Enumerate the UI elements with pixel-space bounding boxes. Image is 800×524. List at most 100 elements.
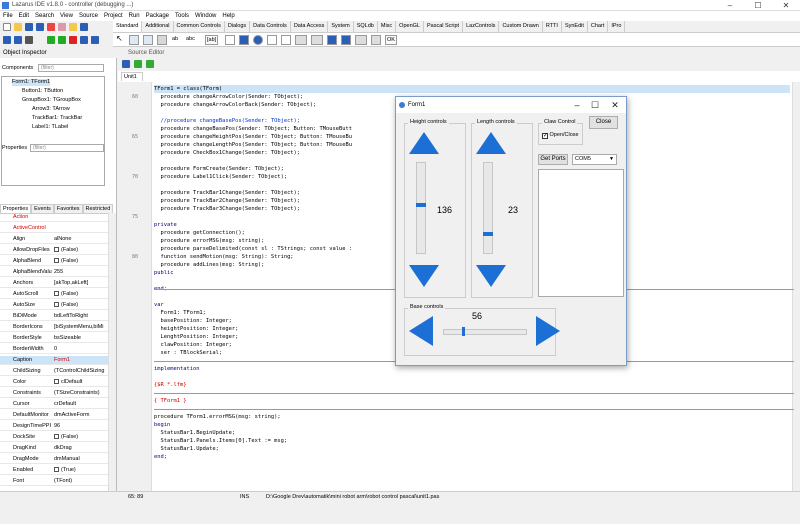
property-value[interactable]: clDefault: [54, 378, 108, 386]
tpanel-icon[interactable]: [355, 35, 367, 45]
tcheckgroup-icon[interactable]: [341, 35, 351, 45]
tree-item-groupbox1[interactable]: GroupBox1: TGroupBox: [22, 97, 81, 104]
new-file-icon[interactable]: [3, 23, 11, 31]
property-row[interactable]: Cursor crDefault: [0, 400, 108, 409]
tab-data-controls[interactable]: Data Controls: [250, 21, 291, 32]
tcombobox-icon[interactable]: [281, 35, 291, 45]
stop-icon[interactable]: [69, 36, 77, 44]
checkbox-icon[interactable]: [54, 291, 59, 296]
property-value[interactable]: (False): [54, 257, 108, 265]
minimize-icon[interactable]: –: [716, 0, 744, 11]
property-row[interactable]: DefaultMonitor dmActiveForm: [0, 411, 108, 420]
tab-sqldb[interactable]: SQLdb: [354, 21, 378, 32]
close-button[interactable]: Close: [589, 116, 618, 129]
property-value[interactable]: bsSizeable: [54, 334, 108, 342]
step-into-icon[interactable]: [80, 36, 88, 44]
tab-chart[interactable]: Chart: [588, 21, 609, 32]
tab-ipro[interactable]: IPro: [608, 21, 626, 32]
tab-standard[interactable]: Standard: [113, 21, 143, 32]
property-value[interactable]: [akTop,akLeft]: [54, 279, 108, 287]
menu-run[interactable]: Run: [126, 11, 143, 21]
base-left-arrow-icon[interactable]: [409, 316, 433, 346]
tab-data-access[interactable]: Data Access: [291, 21, 329, 32]
property-value[interactable]: dkDrag: [54, 444, 108, 452]
property-row[interactable]: Action: [0, 213, 108, 222]
property-row[interactable]: BorderWidth 0: [0, 345, 108, 354]
tlistbox-icon[interactable]: [267, 35, 277, 45]
menu-package[interactable]: Package: [143, 11, 172, 21]
get-ports-button[interactable]: Get Ports: [538, 154, 568, 165]
property-row[interactable]: Color clDefault: [0, 378, 108, 387]
length-up-arrow-icon[interactable]: [476, 132, 506, 154]
checkbox-icon[interactable]: [54, 434, 59, 439]
tbutton-icon[interactable]: [157, 35, 167, 45]
close-file-icon[interactable]: [47, 23, 55, 31]
tab-dialogs[interactable]: Dialogs: [225, 21, 251, 32]
back-arrow-icon[interactable]: [134, 60, 142, 68]
menu-project[interactable]: Project: [101, 11, 126, 21]
property-value[interactable]: dmManual: [54, 455, 108, 463]
tlabel-icon[interactable]: ab: [171, 35, 179, 45]
tscrollbar-icon[interactable]: [295, 35, 307, 45]
height-up-arrow-icon[interactable]: [409, 132, 439, 154]
property-row[interactable]: DragKind dkDrag: [0, 444, 108, 453]
property-row[interactable]: ChildSizing (TControlChildSizing: [0, 367, 108, 376]
length-trackbar-thumb[interactable]: [483, 231, 493, 236]
tab-custom-drawn[interactable]: Custom Drawn: [499, 21, 543, 32]
property-row[interactable]: AllowDropFiles (False): [0, 246, 108, 255]
base-right-arrow-icon[interactable]: [536, 316, 560, 346]
selection-pointer-icon[interactable]: ↖: [115, 35, 124, 45]
tmainmenu-icon[interactable]: [129, 35, 139, 45]
tab-opengl[interactable]: OpenGL: [396, 21, 424, 32]
save-icon[interactable]: [25, 23, 33, 31]
form-maximize-icon[interactable]: ☐: [586, 97, 604, 113]
property-value[interactable]: 0: [54, 345, 108, 353]
toggle-form-icon[interactable]: [80, 23, 88, 31]
tgroupbox-icon[interactable]: [311, 35, 323, 45]
menu-tools[interactable]: Tools: [172, 11, 192, 21]
height-trackbar[interactable]: [416, 162, 426, 254]
port-select[interactable]: COM5 ▼: [572, 154, 617, 165]
tree-item-arrow3[interactable]: Arrow3: TArrow: [32, 106, 70, 113]
property-row[interactable]: ActiveControl: [0, 224, 108, 233]
property-value[interactable]: alNone: [54, 235, 108, 243]
code-line[interactable]: { TForm1 }: [154, 397, 790, 405]
menu-edit[interactable]: Edit: [16, 11, 32, 21]
property-value[interactable]: (TSizeConstraints): [54, 389, 108, 397]
run-icon[interactable]: [47, 36, 55, 44]
base-trackbar-thumb[interactable]: [461, 327, 465, 336]
form-minimize-icon[interactable]: –: [568, 97, 586, 113]
open-folder-icon[interactable]: [14, 23, 22, 31]
property-row[interactable]: AutoSize (False): [0, 301, 108, 310]
property-value[interactable]: (False): [54, 290, 108, 298]
code-line[interactable]: {$R *.lfm}: [154, 381, 790, 389]
code-line[interactable]: end;: [154, 453, 790, 461]
code-line[interactable]: StatusBar1.Panels.Items[0].Text := msg;: [154, 437, 790, 445]
components-filter-input[interactable]: (filter): [38, 64, 104, 72]
property-row[interactable]: Constraints (TSizeConstraints): [0, 389, 108, 398]
property-row[interactable]: AutoScroll (False): [0, 290, 108, 299]
code-line[interactable]: procedure TForm1.errorMSG(msg: string);: [154, 413, 790, 421]
tradiogroup-icon[interactable]: [327, 35, 337, 45]
menu-source[interactable]: Source: [76, 11, 101, 21]
view-forms-icon[interactable]: [14, 36, 22, 44]
tframe-icon[interactable]: [371, 35, 381, 45]
menu-window[interactable]: Window: [192, 11, 219, 21]
step-over-icon[interactable]: [91, 36, 99, 44]
property-value[interactable]: 96: [54, 422, 108, 430]
claw-checkbox[interactable]: ✓ Open/Close: [542, 132, 579, 139]
property-row[interactable]: Align alNone: [0, 235, 108, 244]
property-row[interactable]: Enabled (True): [0, 466, 108, 475]
form-close-icon[interactable]: ✕: [606, 97, 624, 113]
tab-lazcontrols[interactable]: LazControls: [463, 21, 500, 32]
tcheckbox-icon[interactable]: [239, 35, 249, 45]
property-row[interactable]: Caption Form1: [0, 356, 108, 365]
property-value[interactable]: crDefault: [54, 400, 108, 408]
tree-item-label1[interactable]: Label1: TLabel: [32, 124, 68, 131]
menu-view[interactable]: View: [57, 11, 76, 21]
property-value[interactable]: dmActiveForm: [54, 411, 108, 419]
editor-menu-icon[interactable]: [122, 60, 130, 68]
forward-arrow-icon[interactable]: [146, 60, 154, 68]
property-row[interactable]: AlphaBlendValu 255: [0, 268, 108, 277]
property-row[interactable]: Anchors [akTop,akLeft]: [0, 279, 108, 288]
